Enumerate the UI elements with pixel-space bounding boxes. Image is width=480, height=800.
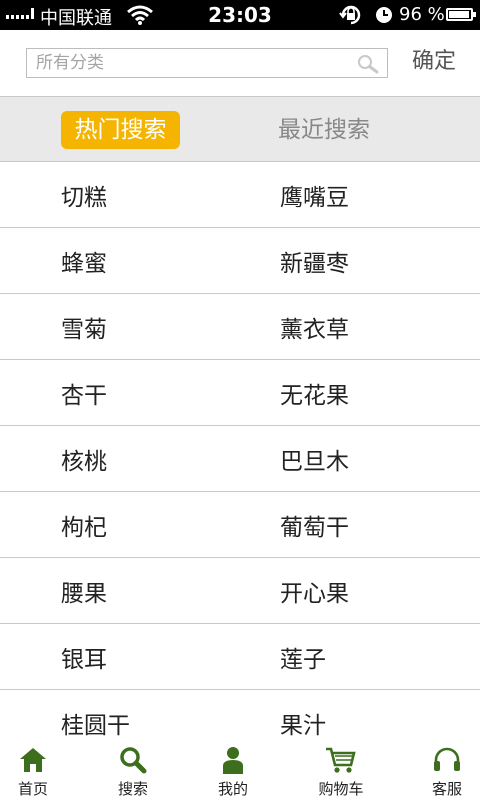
table-row: 蜂蜜 新疆枣 [0, 228, 480, 294]
nav-label: 我的 [217, 780, 248, 798]
table-row: 核桃 巴旦木 [0, 426, 480, 492]
table-row: 枸杞 葡萄干 [0, 492, 480, 558]
keyword-item[interactable]: 莲子 [280, 624, 440, 688]
keyword-item[interactable]: 雪菊 [61, 294, 221, 358]
table-row: 雪菊 薰衣草 [0, 294, 480, 360]
user-icon [200, 746, 266, 774]
keyword-item[interactable]: 腰果 [61, 558, 221, 622]
battery-percent: 96 % [399, 4, 445, 25]
battery-icon [446, 8, 476, 21]
alarm-icon [375, 6, 393, 28]
keyword-item[interactable]: 切糕 [61, 162, 221, 226]
nav-label: 首页 [17, 780, 48, 798]
confirm-button[interactable]: 确定 [406, 44, 462, 80]
keyword-item[interactable]: 杏干 [61, 360, 221, 424]
nav-label: 搜索 [117, 780, 148, 798]
bottom-nav: 首页 搜索 我的 购物车 客服 [0, 742, 480, 800]
headset-icon [414, 746, 480, 774]
nav-service[interactable]: 客服 [414, 742, 480, 800]
keyword-item[interactable]: 枸杞 [61, 492, 221, 556]
search-bar: 确定 [0, 30, 480, 96]
search-icon [100, 746, 166, 774]
table-row: 切糕 鹰嘴豆 [0, 162, 480, 228]
keyword-item[interactable]: 无花果 [280, 360, 440, 424]
table-row: 杏干 无花果 [0, 360, 480, 426]
nav-home[interactable]: 首页 [0, 742, 66, 800]
rotation-lock-icon [338, 5, 364, 29]
tab-recent-search[interactable]: 最近搜索 [262, 111, 386, 149]
nav-cart[interactable]: 购物车 [306, 742, 376, 800]
table-row: 腰果 开心果 [0, 558, 480, 624]
keyword-item[interactable]: 薰衣草 [280, 294, 440, 358]
nav-label: 客服 [431, 780, 462, 798]
status-bar: 中国联通 23:03 96 % [0, 0, 480, 30]
home-icon [0, 746, 66, 774]
keyword-item[interactable]: 葡萄干 [280, 492, 440, 556]
table-row: 银耳 莲子 [0, 624, 480, 690]
search-tabs: 热门搜索 最近搜索 [0, 96, 480, 162]
search-input[interactable] [27, 49, 356, 77]
keyword-item[interactable]: 开心果 [280, 558, 440, 622]
nav-search[interactable]: 搜索 [100, 742, 166, 800]
tab-hot-search[interactable]: 热门搜索 [61, 111, 180, 149]
keyword-item[interactable]: 鹰嘴豆 [280, 162, 440, 226]
cart-icon [306, 746, 376, 774]
keyword-item[interactable]: 核桃 [61, 426, 221, 490]
keyword-item[interactable]: 蜂蜜 [61, 228, 221, 292]
keyword-item[interactable]: 新疆枣 [280, 228, 440, 292]
keyword-item[interactable]: 银耳 [61, 624, 221, 688]
search-box [26, 48, 388, 78]
nav-mine[interactable]: 我的 [200, 742, 266, 800]
search-icon[interactable] [357, 54, 379, 78]
keyword-item[interactable]: 巴旦木 [280, 426, 440, 490]
hot-keyword-list: 切糕 鹰嘴豆 蜂蜜 新疆枣 雪菊 薰衣草 杏干 无花果 核桃 巴旦木 枸杞 葡萄… [0, 162, 480, 756]
nav-label: 购物车 [318, 780, 364, 798]
